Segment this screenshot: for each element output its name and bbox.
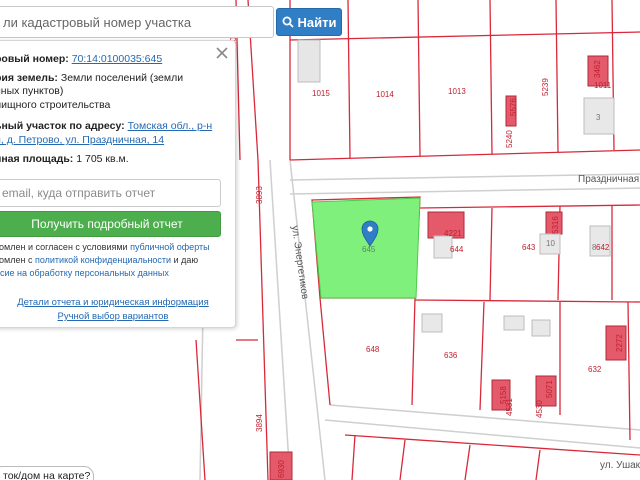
- email-input[interactable]: [0, 179, 221, 207]
- parcel-label: 1013: [448, 87, 466, 96]
- terms-offer-row: комлен и согласен с условиями публичной …: [0, 241, 210, 254]
- parcel-info-panel: ровый номер: 70:14:0100035:645 рия земел…: [0, 40, 236, 328]
- address-link-line: й, д. Петрово, ул. Праздничная, 14: [0, 134, 164, 147]
- terms-privacy-suffix: и даю: [171, 255, 199, 265]
- parcel-label: 643: [522, 243, 536, 252]
- address-link[interactable]: Томская обл., р-н: [128, 120, 213, 132]
- report-details-link[interactable]: Детали отчета и юридическая информация: [0, 297, 231, 308]
- personal-data-consent-link[interactable]: асие на обработку персональных данных: [0, 268, 169, 278]
- address-link[interactable]: й, д. Петрово, ул. Праздничная, 14: [0, 134, 164, 146]
- parcel-label: 6930: [277, 460, 286, 478]
- parcel-label: 3894: [255, 414, 264, 432]
- parcel-label: 632: [588, 365, 602, 374]
- parcel-label: 5240: [505, 130, 514, 148]
- parcel-label: 645: [362, 245, 376, 254]
- cadastral-label: ровый номер:: [0, 53, 69, 65]
- search-button-label: Найти: [297, 14, 337, 30]
- help-bubble[interactable]: ток/дом на карте?: [0, 466, 94, 480]
- close-icon[interactable]: [216, 47, 228, 59]
- parcel-label: 648: [366, 345, 380, 354]
- cadastral-row: ровый номер: 70:14:0100035:645: [0, 53, 162, 66]
- search-icon: [282, 16, 294, 28]
- parcel-labels: 1015 1014 1013 1011 3 5240 5576 5239 346…: [229, 28, 624, 478]
- privacy-policy-link[interactable]: политикой конфиденциальности: [35, 255, 171, 265]
- category-value-line: лищного строительства: [0, 99, 111, 111]
- terms-offer-text: комлен и согласен с условиями: [0, 242, 131, 252]
- terms-consent-row: асие на обработку персональных данных: [0, 267, 169, 280]
- area-label: нная площадь:: [0, 153, 74, 165]
- get-report-button[interactable]: Получить подробный отчет: [0, 211, 221, 237]
- cadastral-search-input[interactable]: [0, 7, 273, 37]
- cadastral-number-link[interactable]: 70:14:0100035:645: [72, 53, 163, 65]
- address-row: ьный участок по адресу: Томская обл., р-…: [0, 120, 212, 133]
- search-button[interactable]: Найти: [276, 8, 342, 36]
- parcel-label: 5576: [509, 98, 518, 116]
- parcel-label: 1014: [376, 90, 394, 99]
- parcel-label: 642: [596, 243, 610, 252]
- manual-selection-link[interactable]: Ручной выбор вариантов: [0, 311, 231, 322]
- category-value: Земли поселений (земли: [60, 72, 184, 84]
- area-row: нная площадь: 1 705 кв.м.: [0, 153, 129, 166]
- parcel-label: 3462: [593, 60, 602, 78]
- parcel-label: 644: [450, 245, 464, 254]
- terms-privacy-row: комлен с политикой конфиденциальности и …: [0, 254, 198, 267]
- parcel-label: 4530: [535, 400, 544, 418]
- parcel-label: 10: [546, 239, 555, 248]
- parcel-label: 4531: [505, 398, 514, 416]
- parcel-label: 3: [596, 113, 601, 122]
- parcel-label: 5316: [551, 216, 560, 234]
- area-value: 1 705 кв.м.: [76, 153, 129, 165]
- parcel-label: 3893: [255, 186, 264, 204]
- public-offer-link[interactable]: публичной оферты: [130, 242, 210, 252]
- parcel-label: 4221: [444, 229, 462, 238]
- parcel-label: 2272: [615, 334, 624, 352]
- street-label: ул. Ушако: [600, 460, 640, 471]
- terms-privacy-text: комлен с: [0, 255, 33, 265]
- category-value-line: нных пунктов): [0, 85, 64, 97]
- parcel-label: 5071: [545, 380, 554, 398]
- parcel-label: 1015: [312, 89, 330, 98]
- address-label: ьный участок по адресу:: [0, 120, 125, 132]
- parcel-label: 8: [592, 243, 597, 252]
- category-label: рия земель:: [0, 72, 58, 84]
- parcel-label: 636: [444, 351, 458, 360]
- category-row: рия земель: Земли поселений (земли: [0, 72, 183, 85]
- parcel-label: 1011: [594, 81, 612, 90]
- street-label: ул. Энергетиков: [289, 225, 310, 300]
- search-field-wrapper: [0, 6, 274, 38]
- parcel-label: 5239: [541, 78, 550, 96]
- street-label: Праздничная: [578, 174, 639, 185]
